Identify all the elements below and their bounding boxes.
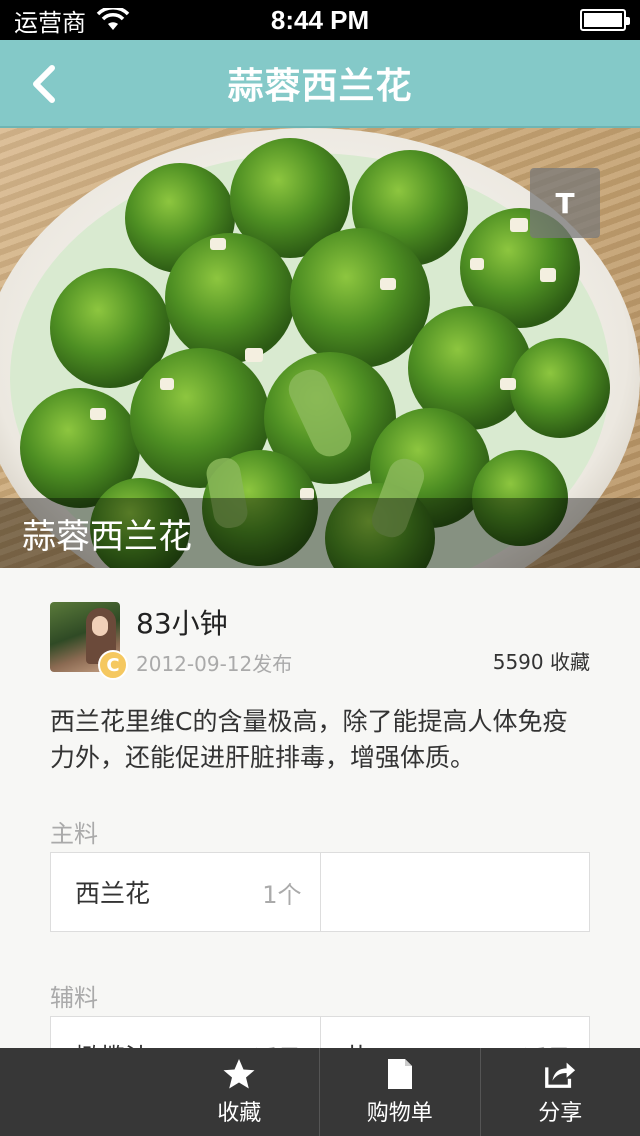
star-icon	[222, 1057, 256, 1091]
author-row: C 83小钟 2012-09-12发布 5590 收藏	[50, 602, 590, 680]
main-ingredients-label: 主料	[50, 820, 98, 848]
page-title: 蒜蓉西兰花	[227, 66, 413, 107]
ingredient-amount: 适量	[523, 1039, 571, 1049]
favorite-button[interactable]: 收藏	[160, 1048, 320, 1136]
secondary-ingredients-table: 橄榄油 适量 盐 适量	[50, 1016, 590, 1048]
main-ingredients-table: 西兰花 1个	[50, 852, 590, 932]
favorite-label: 收藏	[217, 1101, 262, 1126]
battery-icon	[580, 9, 630, 31]
recipe-screen: 运营商 8:44 PM 蒜蓉西兰花 T 蒜蓉西兰花 C 83小钟 2012-09…	[0, 0, 640, 1136]
ingredient-amount: 适量	[254, 1039, 302, 1049]
publish-date: 2012-09-12发布	[136, 652, 293, 676]
bottom-toolbar: 收藏 购物单 分享	[0, 1048, 640, 1136]
wifi-icon	[96, 6, 130, 32]
text-size-button[interactable]: T	[530, 168, 600, 238]
secondary-ingredients-label: 辅料	[50, 984, 98, 1012]
ingredient-name: 盐	[345, 1038, 370, 1048]
status-left: 运营商	[14, 3, 130, 38]
shopping-list-label: 购物单	[366, 1101, 433, 1126]
share-label: 分享	[538, 1101, 583, 1126]
recipe-description: 西兰花里维C的含量极高，除了能提高人体免疫力外，还能促进肝脏排毒，增强体质。	[50, 707, 568, 772]
author-name[interactable]: 83小钟	[136, 602, 228, 642]
share-icon	[543, 1057, 577, 1091]
recipe-content: C 83小钟 2012-09-12发布 5590 收藏 西兰花里维C的含量极高，…	[0, 568, 640, 1048]
ingredient-name: 西兰花	[75, 879, 151, 908]
ingredient-cell: 盐 适量	[319, 1017, 590, 1049]
nav-bar: 蒜蓉西兰花	[0, 40, 640, 128]
ingredient-amount: 1个	[262, 880, 302, 909]
recipe-photo: T 蒜蓉西兰花	[0, 128, 640, 568]
ingredient-cell: 橄榄油 适量	[51, 1017, 320, 1048]
shopping-list-button[interactable]: 购物单	[319, 1048, 480, 1136]
favorites-count: 5590 收藏	[492, 650, 590, 674]
chevron-left-icon	[33, 65, 55, 103]
back-button[interactable]	[18, 56, 68, 112]
carrier-label: 运营商	[14, 9, 86, 37]
photo-caption: 蒜蓉西兰花	[0, 498, 640, 568]
user-level-badge: C	[98, 650, 128, 680]
ingredient-cell	[319, 853, 590, 931]
share-button[interactable]: 分享	[479, 1048, 640, 1136]
ingredient-name: 橄榄油	[75, 1038, 150, 1048]
document-icon	[383, 1057, 417, 1091]
status-bar: 运营商 8:44 PM	[0, 0, 640, 40]
ingredient-cell: 西兰花 1个	[51, 853, 320, 931]
